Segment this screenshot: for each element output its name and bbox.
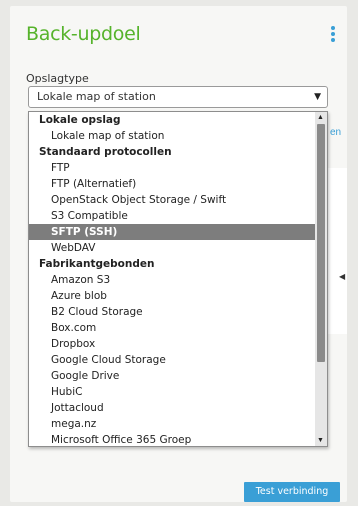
scroll-thumb[interactable] <box>317 124 325 362</box>
option-item[interactable]: Dropbox <box>29 336 327 352</box>
option-group-header: Fabrikantgebonden <box>39 258 155 270</box>
page-title: Back-updoel <box>26 23 141 45</box>
option-group-header: Lokale opslag <box>39 114 121 126</box>
option-item[interactable]: Google Cloud Storage <box>29 352 327 368</box>
option-item[interactable]: OpenStack Object Storage / Swift <box>29 192 327 208</box>
storage-type-label: Opslagtype <box>26 72 89 85</box>
option-item[interactable]: SFTP (SSH) <box>29 224 327 240</box>
option-item[interactable]: WebDAV <box>29 240 327 256</box>
storage-type-select[interactable]: Lokale map of station ▼ <box>28 86 328 108</box>
option-item[interactable]: Azure blob <box>29 288 327 304</box>
scroll-down-icon[interactable]: ▼ <box>317 437 324 444</box>
option-item[interactable]: Amazon S3 <box>29 272 327 288</box>
option-item[interactable]: Google Drive <box>29 368 327 384</box>
background-panel <box>326 168 347 334</box>
option-item[interactable]: Jottacloud <box>29 400 327 416</box>
option-item[interactable]: HubiC <box>29 384 327 400</box>
option-item[interactable]: Lokale map of station <box>29 128 327 144</box>
dropdown-scrollbar[interactable]: ▲ ▼ <box>315 112 327 446</box>
option-item[interactable]: B2 Cloud Storage <box>29 304 327 320</box>
option-item[interactable]: FTP (Alternatief) <box>29 176 327 192</box>
option-item[interactable]: mega.nz <box>29 416 327 432</box>
test-connection-button[interactable]: Test verbinding <box>244 482 340 502</box>
storage-type-dropdown-list[interactable]: Lokale opslag Lokale map of station Standa… <box>28 111 328 447</box>
option-item[interactable]: S3 Compatible <box>29 208 327 224</box>
background-partial-link[interactable]: en <box>330 127 341 138</box>
option-item[interactable]: Microsoft Office 365 Groep <box>29 432 327 446</box>
option-item[interactable]: FTP <box>29 160 327 176</box>
scroll-up-icon[interactable]: ▲ <box>317 114 324 121</box>
caret-left-icon: ◀ <box>339 272 346 281</box>
option-group-header: Standaard protocollen <box>39 146 172 158</box>
storage-type-value: Lokale map of station <box>37 90 156 103</box>
more-vertical-icon[interactable] <box>331 26 335 42</box>
chevron-down-icon: ▼ <box>314 92 321 102</box>
option-item[interactable]: Box.com <box>29 320 327 336</box>
